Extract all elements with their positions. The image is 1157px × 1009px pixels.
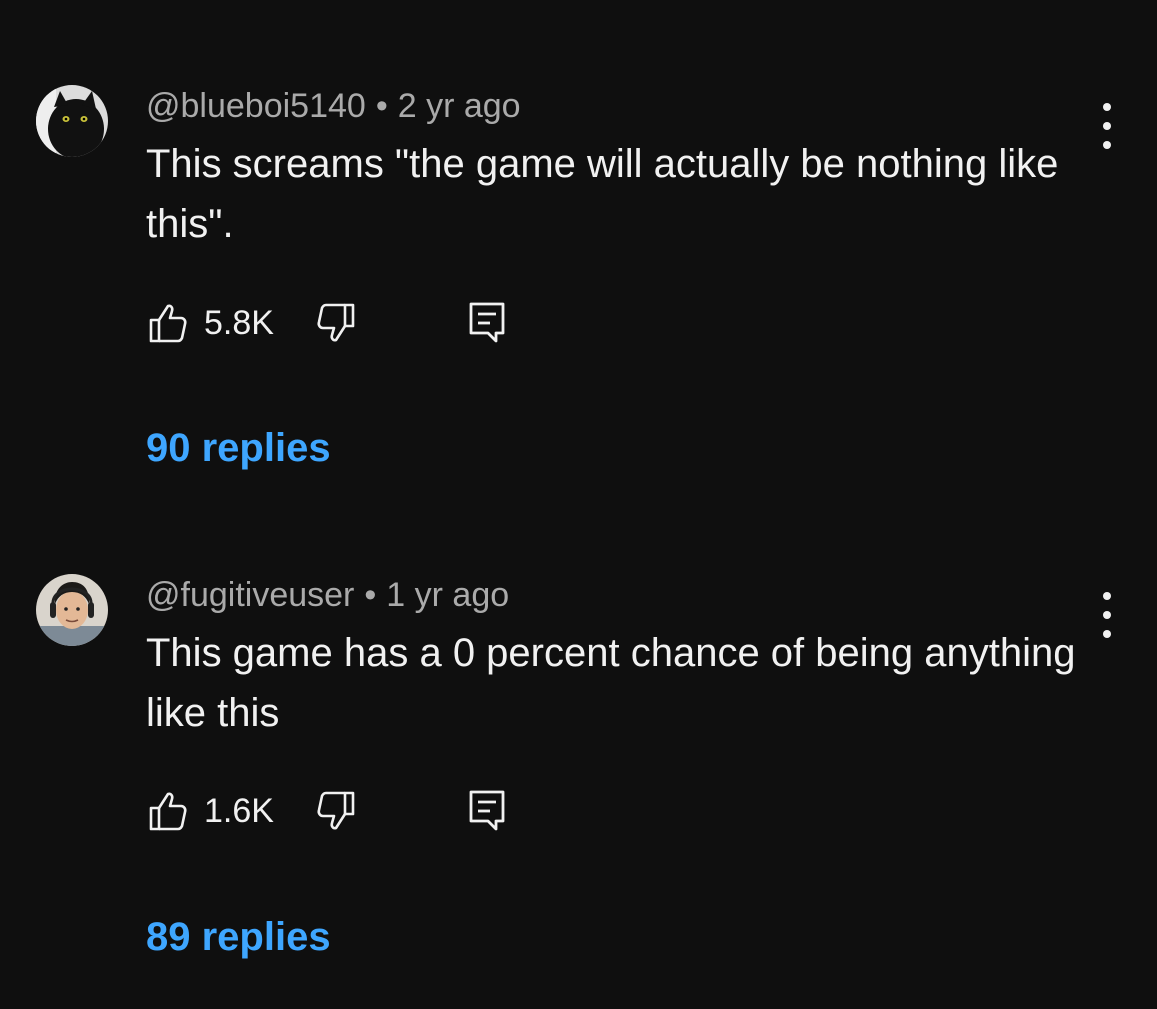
- black-cat-avatar[interactable]: [36, 85, 108, 157]
- comment-text: This game has a 0 percent chance of bein…: [146, 631, 1076, 735]
- comment-meta: @fugitiveuser • 1 yr ago: [146, 575, 509, 615]
- meta-separator: •: [375, 87, 388, 125]
- like-count: 1.6K: [204, 792, 274, 830]
- dislike-icon[interactable]: [316, 301, 356, 345]
- author-handle[interactable]: @blueboi5140: [146, 87, 366, 125]
- like-icon[interactable]: [148, 789, 188, 833]
- reply-icon[interactable]: [468, 301, 508, 345]
- meta-separator: •: [364, 576, 377, 614]
- replies-link[interactable]: 90 replies: [146, 424, 331, 472]
- replies-link[interactable]: 89 replies: [146, 913, 331, 961]
- more-options-icon[interactable]: [1090, 592, 1124, 638]
- comment-meta: @blueboi5140 • 2 yr ago: [146, 86, 521, 126]
- comment-text: This screams "the game will actually be …: [146, 142, 1059, 246]
- comment-time[interactable]: 1 yr ago: [386, 576, 509, 614]
- comment-actions: 1.6K: [146, 789, 546, 833]
- author-handle[interactable]: @fugitiveuser: [146, 576, 354, 614]
- more-options-icon[interactable]: [1090, 103, 1124, 149]
- reply-icon[interactable]: [468, 789, 508, 833]
- like-count: 5.8K: [204, 304, 274, 342]
- dislike-icon[interactable]: [316, 789, 356, 833]
- comment-actions: 5.8K: [146, 301, 546, 345]
- like-icon[interactable]: [148, 301, 188, 345]
- person-with-headphones-avatar[interactable]: [36, 574, 108, 646]
- comment-time[interactable]: 2 yr ago: [398, 87, 521, 125]
